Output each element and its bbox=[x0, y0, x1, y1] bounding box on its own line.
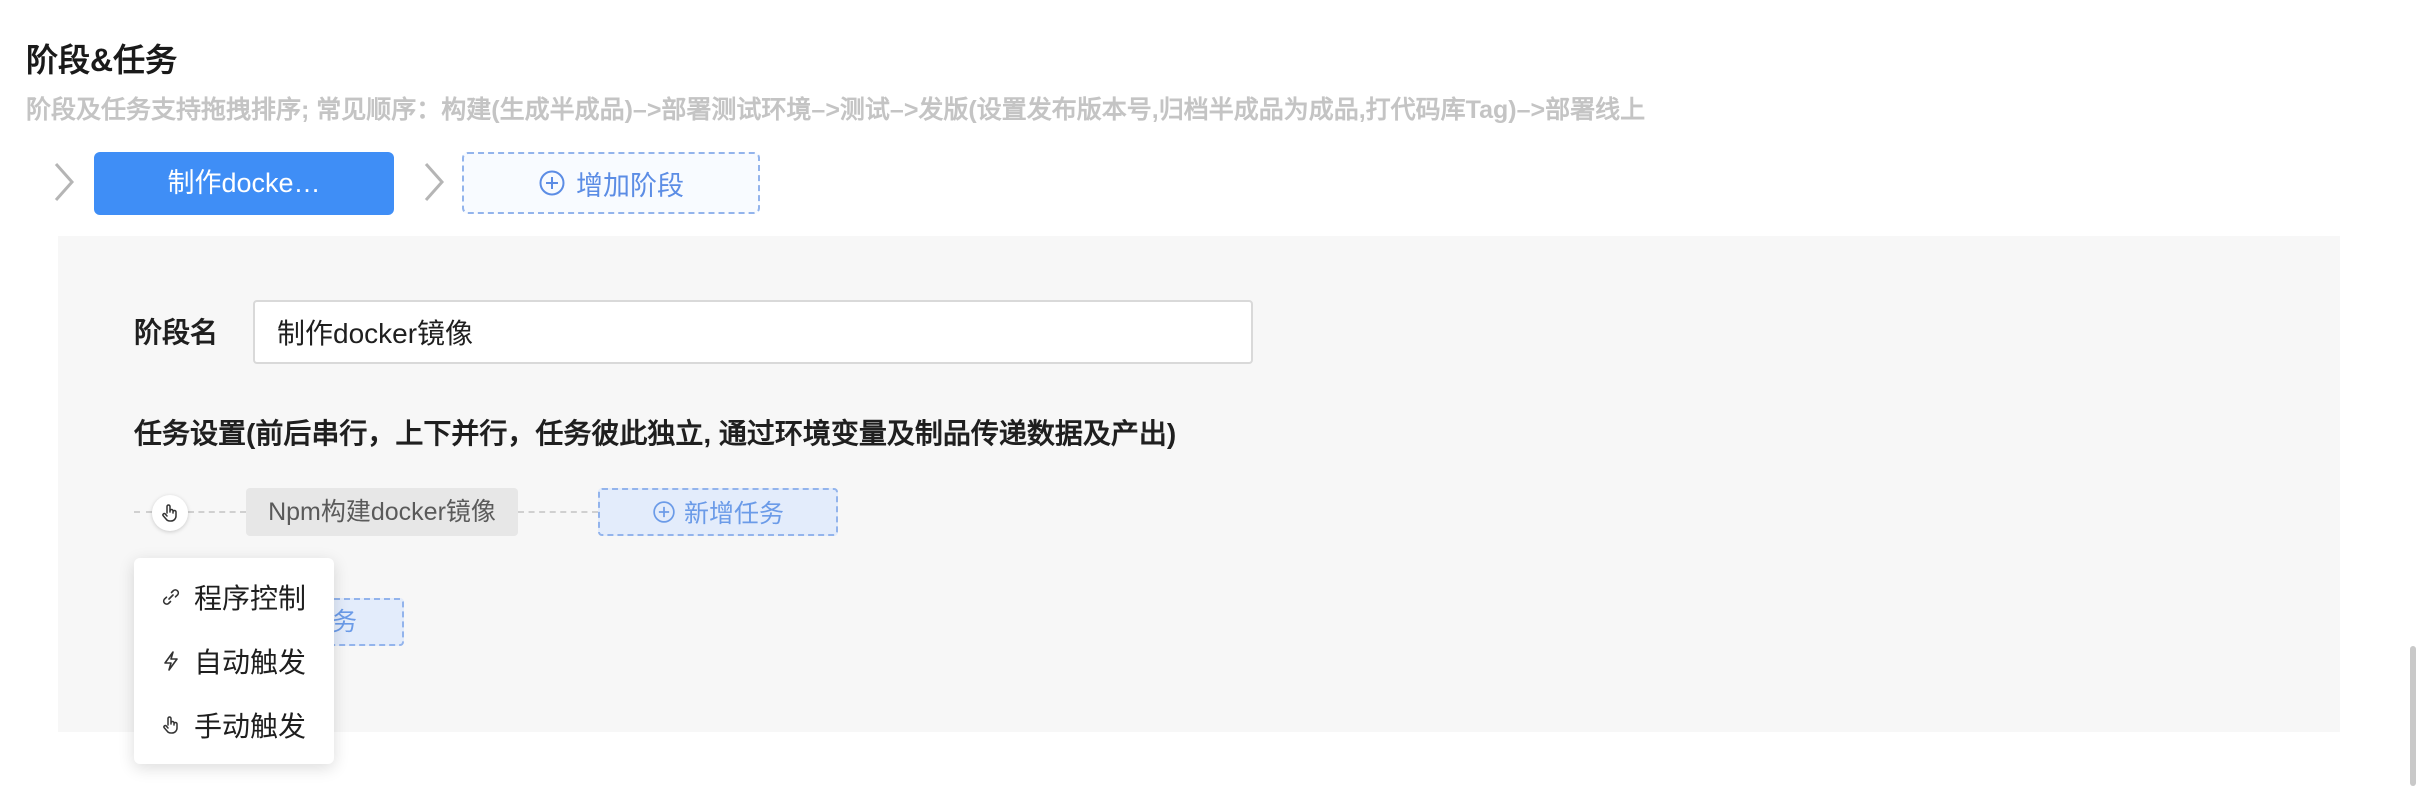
add-task-button[interactable]: 新增任务 bbox=[598, 488, 838, 536]
chevron-right-icon bbox=[424, 163, 445, 201]
add-task-label: 新增任务 bbox=[683, 500, 784, 528]
connector-line bbox=[134, 511, 152, 513]
menu-item-label: 程序控制 bbox=[194, 583, 307, 614]
lightning-icon bbox=[164, 651, 178, 671]
trigger-mode-dropdown: 程序控制 自动触发 手动触发 bbox=[134, 558, 334, 764]
link-icon bbox=[162, 589, 180, 605]
hand-pointer-icon bbox=[162, 504, 177, 522]
stage-name-label: 阶段名 bbox=[134, 317, 219, 348]
trigger-mode-button[interactable] bbox=[152, 495, 188, 531]
menu-item-label: 手动触发 bbox=[194, 711, 307, 742]
menu-item-label: 自动触发 bbox=[194, 647, 307, 678]
menu-item-manual-trigger[interactable]: 手动触发 bbox=[134, 694, 334, 756]
chevron-right-icon bbox=[54, 163, 75, 201]
add-stage-label: 增加阶段 bbox=[576, 170, 684, 201]
vertical-scrollbar[interactable] bbox=[2410, 646, 2416, 786]
plus-circle-icon bbox=[539, 170, 565, 196]
stage-tab[interactable]: 制作docke… bbox=[94, 152, 394, 215]
menu-item-auto-trigger[interactable]: 自动触发 bbox=[134, 630, 334, 692]
connector-line bbox=[518, 511, 598, 513]
section-title: 阶段&任务 bbox=[26, 42, 178, 78]
add-stage-button[interactable]: 增加阶段 bbox=[462, 152, 760, 214]
plus-circle-icon bbox=[653, 501, 675, 523]
task-item[interactable]: Npm构建docker镜像 bbox=[246, 488, 518, 536]
connector-line bbox=[188, 511, 246, 513]
section-description: 阶段及任务支持拖拽排序; 常见顺序：构建(生成半成品)–>部署测试环境–>测试–… bbox=[26, 96, 1646, 124]
menu-item-program-control[interactable]: 程序控制 bbox=[134, 566, 334, 628]
hand-pointer-icon bbox=[163, 716, 178, 734]
task-settings-heading: 任务设置(前后串行，上下并行，任务彼此独立, 通过环境变量及制品传递数据及产出) bbox=[134, 418, 1177, 449]
stage-name-input[interactable] bbox=[253, 300, 1253, 364]
